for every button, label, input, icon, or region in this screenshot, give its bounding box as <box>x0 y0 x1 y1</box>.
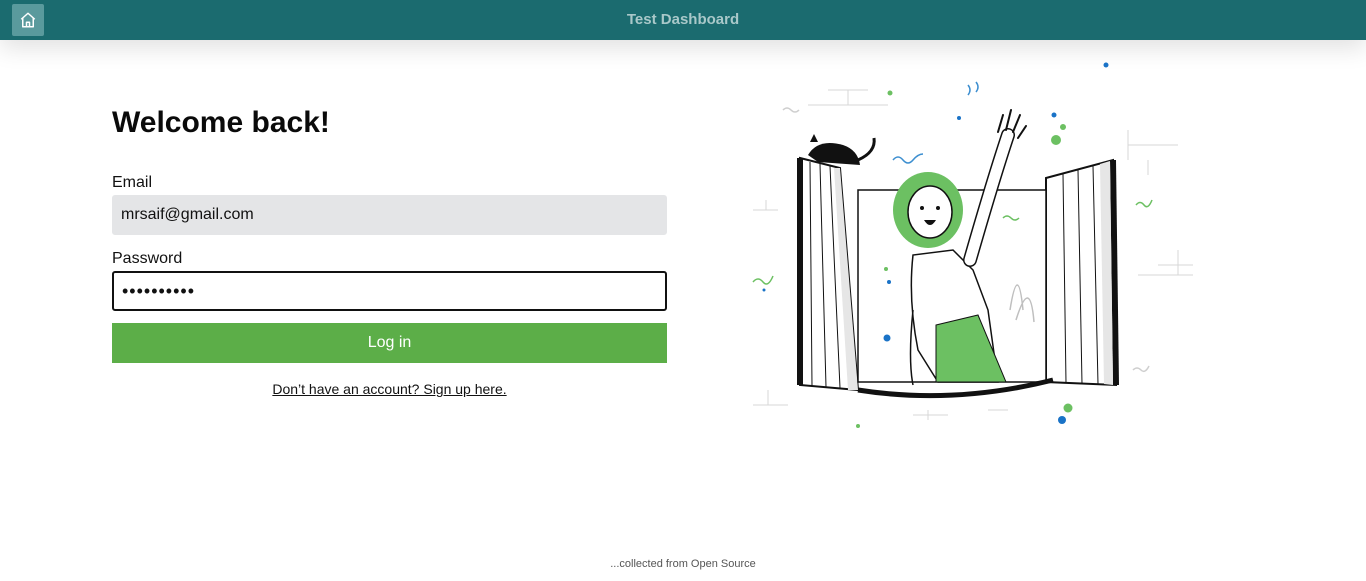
top-navbar: Test Dashboard <box>0 0 1366 40</box>
welcome-illustration <box>748 60 1198 430</box>
login-form: Welcome back! Email Password Log in Don’… <box>112 105 667 397</box>
email-label: Email <box>112 174 153 191</box>
password-label: Password <box>112 250 183 267</box>
email-field[interactable] <box>112 195 667 235</box>
page-title: Welcome back! <box>112 106 330 139</box>
app-title: Test Dashboard <box>626 11 740 28</box>
signup-link[interactable]: Don’t have an account? Sign up here. <box>112 381 667 397</box>
footer-credit: ...collected from Open Source <box>610 558 756 570</box>
password-field[interactable] <box>112 271 667 311</box>
login-button[interactable]: Log in <box>112 323 667 363</box>
